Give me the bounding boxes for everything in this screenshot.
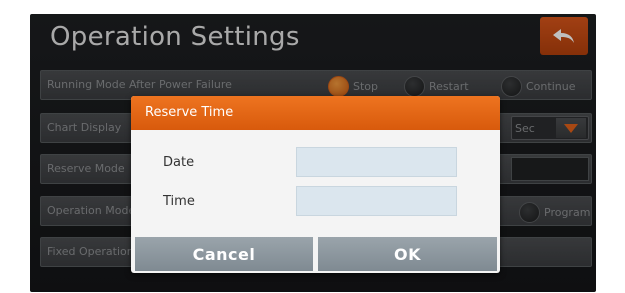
date-label: Date [163, 155, 195, 170]
operation-settings-screen: Operation Settings Running Mode After Po… [30, 14, 596, 292]
time-input[interactable] [296, 186, 457, 216]
cancel-button[interactable]: Cancel [135, 237, 313, 271]
reserve-time-dialog: Reserve Time Date Time Cancel OK [131, 96, 500, 273]
dialog-titlebar: Reserve Time [131, 96, 500, 130]
dialog-title: Reserve Time [145, 105, 234, 120]
time-label: Time [163, 194, 195, 209]
ok-button[interactable]: OK [318, 237, 497, 271]
date-input[interactable] [296, 147, 457, 177]
